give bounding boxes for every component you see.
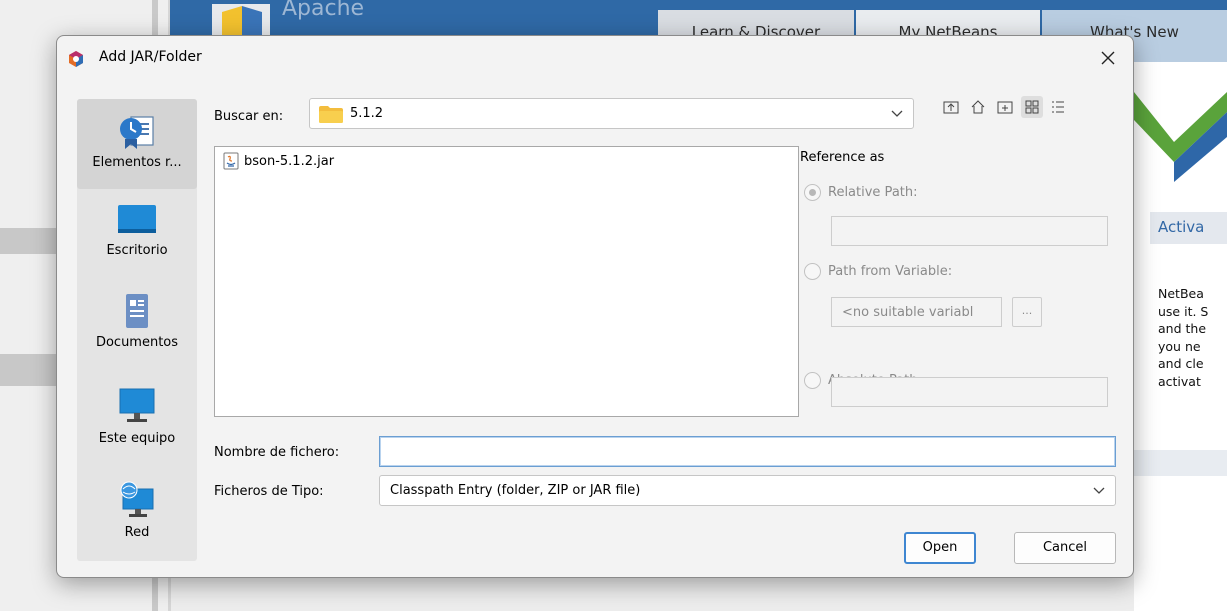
desktop-icon	[118, 205, 156, 233]
path-from-variable-label: Path from Variable:	[828, 264, 953, 279]
reference-as-label: Reference as	[800, 150, 885, 165]
place-this-computer[interactable]: Este equipo	[77, 387, 197, 467]
list-view-icon	[1052, 101, 1064, 113]
new-folder-icon	[997, 101, 1013, 114]
variable-value: <no suitable variabl	[842, 305, 974, 320]
dialog-titlebar: Add JAR/Folder	[57, 36, 1133, 80]
filename-label: Nombre de fichero:	[214, 445, 340, 460]
close-icon	[1101, 51, 1115, 65]
filename-input[interactable]	[379, 436, 1116, 467]
up-folder-button[interactable]	[940, 96, 962, 118]
place-documents[interactable]: Documentos	[77, 293, 197, 373]
file-list[interactable]: bson-5.1.2.jar	[214, 146, 799, 417]
grid-view-icon	[1025, 100, 1039, 114]
places-sidebar: Elementos r... Escritorio Documentos Est…	[77, 99, 197, 561]
documents-icon	[126, 294, 148, 328]
place-label: Este equipo	[98, 431, 176, 446]
activate-heading: Activa	[1150, 212, 1227, 244]
recent-items-icon	[120, 116, 154, 149]
relative-path-field[interactable]	[831, 216, 1108, 246]
place-recent-items[interactable]: Elementos r...	[77, 99, 197, 189]
place-label: Documentos	[95, 335, 179, 350]
dialog-title: Add JAR/Folder	[99, 49, 202, 65]
filetype-select[interactable]: Classpath Entry (folder, ZIP or JAR file…	[379, 475, 1116, 506]
place-label: Red	[124, 525, 150, 540]
computer-icon	[119, 388, 155, 422]
browse-variable-button[interactable]: ...	[1012, 297, 1042, 327]
home-icon	[971, 100, 985, 114]
path-from-variable-option[interactable]: Path from Variable:	[804, 263, 952, 280]
relative-path-option[interactable]: Relative Path:	[804, 184, 918, 201]
chevron-down-icon	[891, 110, 903, 117]
file-name: bson-5.1.2.jar	[244, 153, 335, 169]
grid-view-button[interactable]	[1021, 96, 1043, 118]
look-in-label: Buscar en:	[214, 109, 284, 124]
look-in-value: 5.1.2	[350, 106, 384, 121]
home-button[interactable]	[967, 96, 989, 118]
relative-path-label: Relative Path:	[828, 185, 918, 200]
new-folder-button[interactable]	[994, 96, 1016, 118]
jar-file-icon	[223, 152, 239, 170]
filetype-value: Classpath Entry (folder, ZIP or JAR file…	[390, 483, 641, 498]
path-from-variable-radio[interactable]	[804, 263, 821, 280]
add-jar-folder-dialog: Add JAR/Folder Elementos r... Escritorio…	[56, 35, 1134, 578]
list-view-button[interactable]	[1047, 96, 1069, 118]
activate-text: NetBea use it. S and the you ne and cle …	[1158, 286, 1209, 389]
folder-icon	[319, 106, 343, 123]
netbeans-app-icon	[69, 51, 83, 67]
look-in-combo[interactable]: 5.1.2	[309, 98, 914, 129]
relative-path-radio[interactable]	[804, 184, 821, 201]
logo-text: Apache	[282, 0, 365, 21]
up-folder-icon	[943, 101, 959, 114]
list-item[interactable]: bson-5.1.2.jar	[223, 152, 334, 170]
filetype-label: Ficheros de Tipo:	[214, 484, 324, 499]
cancel-button[interactable]: Cancel	[1014, 532, 1116, 564]
place-label: Elementos r...	[92, 155, 182, 170]
place-label: Escritorio	[106, 243, 168, 258]
absolute-path-field[interactable]	[831, 377, 1108, 407]
absolute-path-radio[interactable]	[804, 372, 821, 389]
panel-strip	[1134, 450, 1227, 476]
variable-select[interactable]: <no suitable variabl	[831, 297, 1002, 327]
network-icon	[120, 481, 154, 517]
chevron-graphic	[1134, 92, 1227, 182]
open-button[interactable]: Open	[904, 532, 976, 564]
place-network[interactable]: Red	[77, 481, 197, 561]
place-desktop[interactable]: Escritorio	[77, 203, 197, 283]
close-button[interactable]	[1093, 43, 1123, 73]
chevron-down-icon	[1093, 487, 1105, 494]
